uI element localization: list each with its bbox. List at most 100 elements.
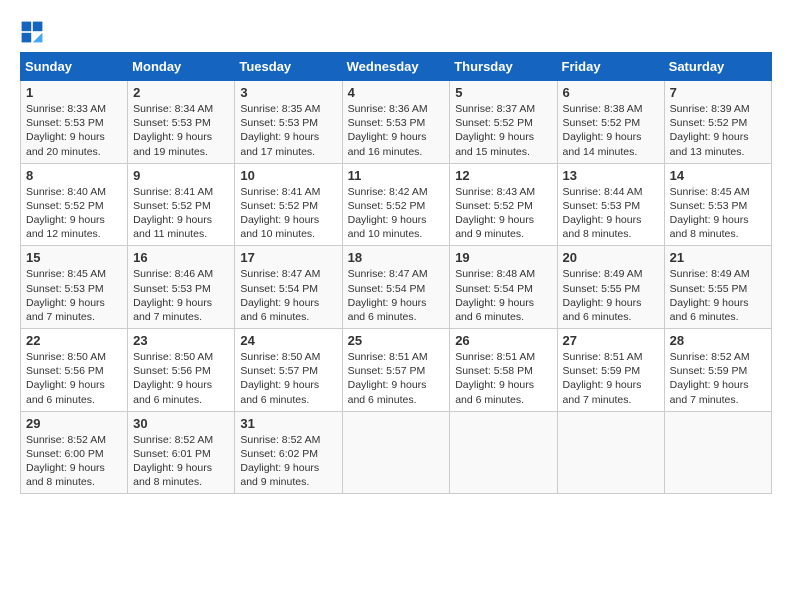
column-header-sunday: Sunday xyxy=(21,53,128,81)
calendar-cell: 4 Sunrise: 8:36 AM Sunset: 5:53 PM Dayli… xyxy=(342,81,450,164)
day-number: 18 xyxy=(348,250,445,265)
sunset-label: Sunset: 5:55 PM xyxy=(670,283,748,295)
day-number: 12 xyxy=(455,168,551,183)
sunrise-label: Sunrise: 8:47 AM xyxy=(240,268,320,280)
column-header-saturday: Saturday xyxy=(664,53,771,81)
day-number: 21 xyxy=(670,250,766,265)
sunrise-label: Sunrise: 8:47 AM xyxy=(348,268,428,280)
day-info: Sunrise: 8:49 AM Sunset: 5:55 PM Dayligh… xyxy=(670,267,766,324)
calendar-cell xyxy=(342,411,450,494)
day-info: Sunrise: 8:52 AM Sunset: 6:02 PM Dayligh… xyxy=(240,433,336,490)
daylight-label: Daylight: 9 hours and 20 minutes. xyxy=(26,131,105,157)
day-info: Sunrise: 8:35 AM Sunset: 5:53 PM Dayligh… xyxy=(240,102,336,159)
daylight-label: Daylight: 9 hours and 11 minutes. xyxy=(133,214,212,240)
day-info: Sunrise: 8:37 AM Sunset: 5:52 PM Dayligh… xyxy=(455,102,551,159)
day-info: Sunrise: 8:48 AM Sunset: 5:54 PM Dayligh… xyxy=(455,267,551,324)
day-number: 26 xyxy=(455,333,551,348)
sunset-label: Sunset: 5:56 PM xyxy=(26,365,104,377)
sunrise-label: Sunrise: 8:44 AM xyxy=(563,186,643,198)
calendar-cell: 30 Sunrise: 8:52 AM Sunset: 6:01 PM Dayl… xyxy=(128,411,235,494)
daylight-label: Daylight: 9 hours and 13 minutes. xyxy=(670,131,749,157)
sunset-label: Sunset: 5:56 PM xyxy=(133,365,211,377)
sunrise-label: Sunrise: 8:45 AM xyxy=(26,268,106,280)
calendar-cell: 12 Sunrise: 8:43 AM Sunset: 5:52 PM Dayl… xyxy=(450,163,557,246)
sunset-label: Sunset: 5:53 PM xyxy=(133,283,211,295)
logo xyxy=(20,20,48,44)
daylight-label: Daylight: 9 hours and 15 minutes. xyxy=(455,131,534,157)
daylight-label: Daylight: 9 hours and 19 minutes. xyxy=(133,131,212,157)
calendar-cell: 22 Sunrise: 8:50 AM Sunset: 5:56 PM Dayl… xyxy=(21,329,128,412)
calendar-cell xyxy=(664,411,771,494)
calendar-cell: 5 Sunrise: 8:37 AM Sunset: 5:52 PM Dayli… xyxy=(450,81,557,164)
daylight-label: Daylight: 9 hours and 6 minutes. xyxy=(240,379,319,405)
day-info: Sunrise: 8:46 AM Sunset: 5:53 PM Dayligh… xyxy=(133,267,229,324)
day-info: Sunrise: 8:42 AM Sunset: 5:52 PM Dayligh… xyxy=(348,185,445,242)
day-info: Sunrise: 8:44 AM Sunset: 5:53 PM Dayligh… xyxy=(563,185,659,242)
daylight-label: Daylight: 9 hours and 12 minutes. xyxy=(26,214,105,240)
day-info: Sunrise: 8:40 AM Sunset: 5:52 PM Dayligh… xyxy=(26,185,122,242)
day-number: 30 xyxy=(133,416,229,431)
day-info: Sunrise: 8:51 AM Sunset: 5:59 PM Dayligh… xyxy=(563,350,659,407)
calendar-cell: 26 Sunrise: 8:51 AM Sunset: 5:58 PM Dayl… xyxy=(450,329,557,412)
daylight-label: Daylight: 9 hours and 10 minutes. xyxy=(348,214,427,240)
sunrise-label: Sunrise: 8:40 AM xyxy=(26,186,106,198)
calendar-cell: 6 Sunrise: 8:38 AM Sunset: 5:52 PM Dayli… xyxy=(557,81,664,164)
day-info: Sunrise: 8:41 AM Sunset: 5:52 PM Dayligh… xyxy=(240,185,336,242)
day-number: 1 xyxy=(26,85,122,100)
calendar-cell: 28 Sunrise: 8:52 AM Sunset: 5:59 PM Dayl… xyxy=(664,329,771,412)
sunrise-label: Sunrise: 8:49 AM xyxy=(670,268,750,280)
day-number: 5 xyxy=(455,85,551,100)
daylight-label: Daylight: 9 hours and 7 minutes. xyxy=(26,297,105,323)
day-number: 14 xyxy=(670,168,766,183)
sunset-label: Sunset: 5:53 PM xyxy=(670,200,748,212)
daylight-label: Daylight: 9 hours and 8 minutes. xyxy=(563,214,642,240)
calendar-cell: 10 Sunrise: 8:41 AM Sunset: 5:52 PM Dayl… xyxy=(235,163,342,246)
calendar-cell: 27 Sunrise: 8:51 AM Sunset: 5:59 PM Dayl… xyxy=(557,329,664,412)
daylight-label: Daylight: 9 hours and 17 minutes. xyxy=(240,131,319,157)
day-info: Sunrise: 8:52 AM Sunset: 6:01 PM Dayligh… xyxy=(133,433,229,490)
day-info: Sunrise: 8:36 AM Sunset: 5:53 PM Dayligh… xyxy=(348,102,445,159)
daylight-label: Daylight: 9 hours and 6 minutes. xyxy=(240,297,319,323)
day-number: 11 xyxy=(348,168,445,183)
day-number: 2 xyxy=(133,85,229,100)
sunset-label: Sunset: 5:58 PM xyxy=(455,365,533,377)
calendar-cell xyxy=(450,411,557,494)
sunrise-label: Sunrise: 8:43 AM xyxy=(455,186,535,198)
sunrise-label: Sunrise: 8:36 AM xyxy=(348,103,428,115)
calendar-cell: 11 Sunrise: 8:42 AM Sunset: 5:52 PM Dayl… xyxy=(342,163,450,246)
sunrise-label: Sunrise: 8:50 AM xyxy=(133,351,213,363)
calendar-cell: 23 Sunrise: 8:50 AM Sunset: 5:56 PM Dayl… xyxy=(128,329,235,412)
sunrise-label: Sunrise: 8:52 AM xyxy=(133,434,213,446)
sunset-label: Sunset: 5:59 PM xyxy=(670,365,748,377)
calendar-cell: 15 Sunrise: 8:45 AM Sunset: 5:53 PM Dayl… xyxy=(21,246,128,329)
sunset-label: Sunset: 5:53 PM xyxy=(563,200,641,212)
sunset-label: Sunset: 5:59 PM xyxy=(563,365,641,377)
day-info: Sunrise: 8:52 AM Sunset: 5:59 PM Dayligh… xyxy=(670,350,766,407)
day-number: 13 xyxy=(563,168,659,183)
day-number: 23 xyxy=(133,333,229,348)
day-info: Sunrise: 8:47 AM Sunset: 5:54 PM Dayligh… xyxy=(348,267,445,324)
daylight-label: Daylight: 9 hours and 9 minutes. xyxy=(240,462,319,488)
sunset-label: Sunset: 5:54 PM xyxy=(455,283,533,295)
calendar-cell: 14 Sunrise: 8:45 AM Sunset: 5:53 PM Dayl… xyxy=(664,163,771,246)
sunrise-label: Sunrise: 8:33 AM xyxy=(26,103,106,115)
day-number: 31 xyxy=(240,416,336,431)
calendar-cell: 7 Sunrise: 8:39 AM Sunset: 5:52 PM Dayli… xyxy=(664,81,771,164)
daylight-label: Daylight: 9 hours and 8 minutes. xyxy=(26,462,105,488)
daylight-label: Daylight: 9 hours and 8 minutes. xyxy=(133,462,212,488)
day-number: 9 xyxy=(133,168,229,183)
daylight-label: Daylight: 9 hours and 6 minutes. xyxy=(26,379,105,405)
sunset-label: Sunset: 5:53 PM xyxy=(26,117,104,129)
sunset-label: Sunset: 5:53 PM xyxy=(26,283,104,295)
daylight-label: Daylight: 9 hours and 9 minutes. xyxy=(455,214,534,240)
day-info: Sunrise: 8:38 AM Sunset: 5:52 PM Dayligh… xyxy=(563,102,659,159)
day-number: 19 xyxy=(455,250,551,265)
sunset-label: Sunset: 5:57 PM xyxy=(240,365,318,377)
calendar-week-4: 22 Sunrise: 8:50 AM Sunset: 5:56 PM Dayl… xyxy=(21,329,772,412)
sunset-label: Sunset: 5:52 PM xyxy=(455,200,533,212)
sunset-label: Sunset: 6:02 PM xyxy=(240,448,318,460)
daylight-label: Daylight: 9 hours and 14 minutes. xyxy=(563,131,642,157)
day-info: Sunrise: 8:33 AM Sunset: 5:53 PM Dayligh… xyxy=(26,102,122,159)
calendar-cell: 24 Sunrise: 8:50 AM Sunset: 5:57 PM Dayl… xyxy=(235,329,342,412)
sunset-label: Sunset: 5:52 PM xyxy=(670,117,748,129)
